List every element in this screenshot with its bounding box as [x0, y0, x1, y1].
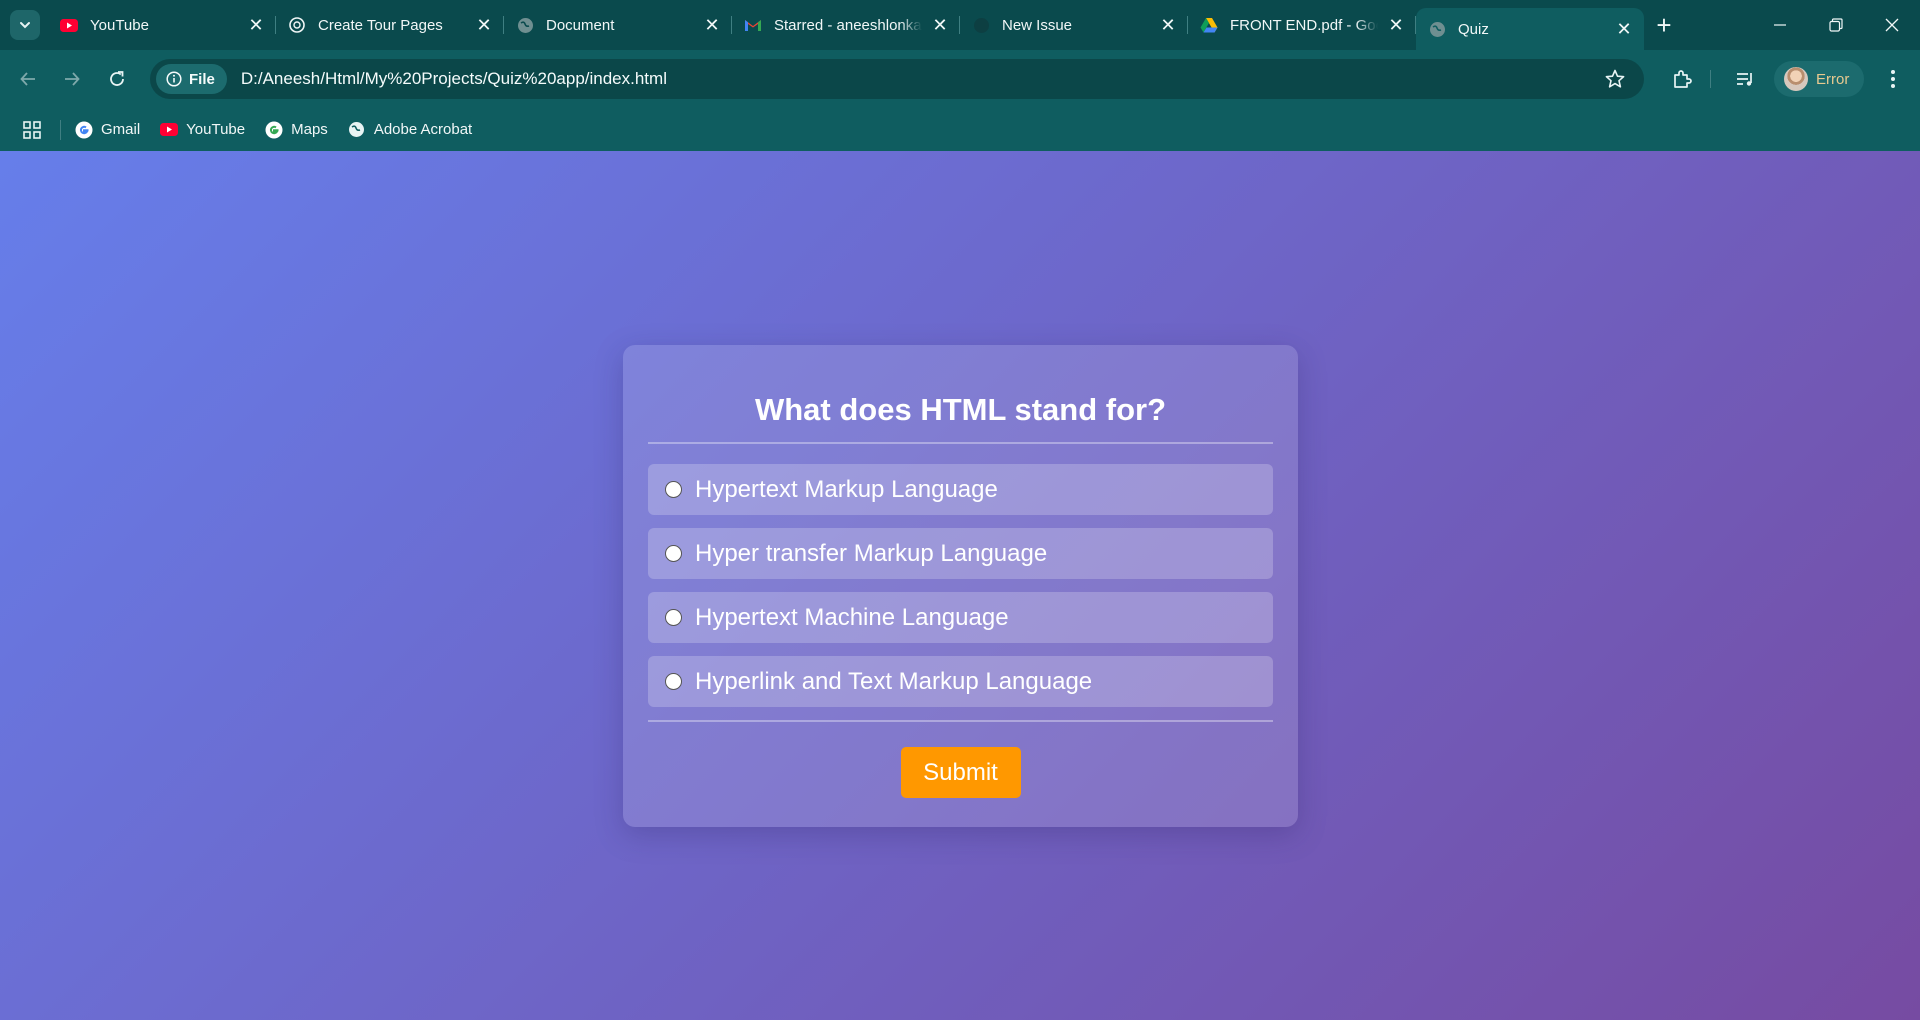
toolbar-divider	[1710, 70, 1711, 88]
more-vertical-icon	[1891, 70, 1895, 88]
close-icon[interactable]: ✕	[474, 15, 494, 35]
answer-radio[interactable]	[665, 609, 682, 626]
profile-status-label: Error	[1816, 70, 1850, 88]
tab-title: Starred - aneeshlonkar	[774, 16, 922, 34]
divider	[648, 720, 1273, 722]
bookmarks-bar: Gmail YouTube Maps Adobe Acrobat	[0, 108, 1920, 151]
browser-toolbar: File D:/Aneesh/Html/My%20Projects/Quiz%2…	[0, 50, 1920, 108]
site-chip-label: File	[189, 70, 215, 88]
answer-label[interactable]: Hyperlink and Text Markup Language	[695, 668, 1092, 696]
bookmark-adobe-acrobat[interactable]: Adobe Acrobat	[348, 121, 472, 139]
youtube-icon	[160, 121, 179, 139]
tab-create-tour-pages[interactable]: Create Tour Pages ✕	[276, 0, 504, 50]
answer-radio[interactable]	[665, 545, 682, 562]
close-icon	[1885, 18, 1899, 32]
close-icon[interactable]: ✕	[930, 15, 950, 35]
submit-button[interactable]: Submit	[900, 747, 1021, 798]
reload-button[interactable]	[101, 63, 133, 95]
bookmarks-divider	[60, 119, 61, 140]
page-viewport: What does HTML stand for? Hypertext Mark…	[0, 151, 1920, 1020]
media-queue-icon	[1737, 73, 1752, 86]
quiz-question: What does HTML stand for?	[754, 392, 1167, 427]
bookmark-label: Gmail	[101, 121, 141, 138]
tab-gmail[interactable]: Starred - aneeshlonkar ✕	[732, 0, 960, 50]
tab-title: YouTube	[90, 16, 149, 34]
tab-title: Create Tour Pages	[318, 16, 443, 34]
github-icon	[972, 16, 990, 34]
bookmark-youtube[interactable]: YouTube	[160, 121, 245, 139]
google-drive-icon	[1200, 16, 1218, 34]
youtube-icon	[60, 16, 78, 34]
arrow-left-icon	[20, 72, 35, 86]
tab-document[interactable]: Document ✕	[504, 0, 732, 50]
tab-title: Quiz	[1458, 20, 1489, 38]
chatgpt-icon	[288, 16, 306, 34]
answer-radio[interactable]	[665, 481, 682, 498]
tab-quiz[interactable]: Quiz ✕	[1416, 8, 1644, 50]
divider	[648, 442, 1273, 444]
chevron-down-icon	[20, 22, 30, 29]
minimize-icon	[1774, 24, 1786, 26]
profile-button[interactable]: Error	[1774, 61, 1864, 97]
close-icon[interactable]: ✕	[1158, 15, 1178, 35]
close-icon[interactable]: ✕	[1386, 15, 1406, 35]
tab-new-issue[interactable]: New Issue ✕	[960, 0, 1188, 50]
extensions-button[interactable]	[1665, 62, 1699, 96]
window-controls	[1752, 0, 1920, 50]
answer-option[interactable]: Hypertext Machine Language	[648, 592, 1273, 643]
tab-search-button[interactable]	[10, 10, 40, 40]
reload-icon	[110, 71, 124, 86]
tab-google-drive[interactable]: FRONT END.pdf - Google Drive ✕	[1188, 0, 1416, 50]
puzzle-icon	[1674, 70, 1692, 88]
restore-button[interactable]	[1808, 0, 1864, 50]
back-button[interactable]	[12, 63, 44, 95]
answer-option[interactable]: Hypertext Markup Language	[648, 464, 1273, 515]
minimize-button[interactable]	[1752, 0, 1808, 50]
globe-icon	[348, 121, 366, 139]
answer-label[interactable]: Hyper transfer Markup Language	[695, 540, 1047, 568]
restore-icon	[1829, 18, 1843, 32]
url-text[interactable]: D:/Aneesh/Html/My%20Projects/Quiz%20app/…	[241, 69, 667, 89]
bookmark-label: YouTube	[186, 121, 246, 138]
answer-label[interactable]: Hypertext Markup Language	[695, 476, 998, 504]
submit-container: Submit	[648, 747, 1273, 798]
tab-strip: YouTube ✕ Create Tour Pages ✕ Document ✕…	[0, 0, 1920, 50]
globe-icon	[1428, 20, 1446, 38]
tab-youtube[interactable]: YouTube ✕	[48, 0, 276, 50]
browser-menu-button[interactable]	[1876, 62, 1910, 96]
globe-icon	[516, 16, 534, 34]
gmail-icon	[744, 16, 762, 34]
tab-title: Document	[546, 16, 615, 34]
tab-title: FRONT END.pdf - Google Drive	[1230, 16, 1378, 34]
close-window-button[interactable]	[1864, 0, 1920, 50]
close-icon[interactable]: ✕	[1614, 19, 1634, 39]
forward-button[interactable]	[56, 63, 88, 95]
arrow-right-icon	[65, 72, 80, 86]
answer-option[interactable]: Hyper transfer Markup Language	[648, 528, 1273, 579]
answer-radio[interactable]	[665, 673, 682, 690]
answer-option[interactable]: Hyperlink and Text Markup Language	[648, 656, 1273, 707]
tab-list: YouTube ✕ Create Tour Pages ✕ Document ✕…	[48, 0, 1684, 50]
avatar	[1784, 67, 1808, 91]
site-info-chip[interactable]: File	[156, 64, 227, 94]
bookmark-label: Maps	[291, 121, 328, 138]
plus-icon: +	[1656, 9, 1672, 40]
close-icon[interactable]: ✕	[702, 15, 722, 35]
quiz-card: What does HTML stand for? Hypertext Mark…	[623, 345, 1298, 827]
tab-title: New Issue	[1002, 16, 1073, 34]
google-icon	[265, 121, 283, 139]
bookmark-label: Adobe Acrobat	[373, 121, 473, 138]
close-icon[interactable]: ✕	[246, 15, 266, 35]
address-bar[interactable]: File D:/Aneesh/Html/My%20Projects/Quiz%2…	[150, 59, 1644, 99]
google-icon	[75, 121, 93, 139]
bookmark-maps[interactable]: Maps	[265, 121, 328, 139]
media-control-button[interactable]	[1728, 62, 1762, 96]
bookmark-star-icon[interactable]	[1604, 68, 1626, 90]
answer-options: Hypertext Markup Language Hyper transfer…	[648, 464, 1273, 707]
new-tab-button[interactable]: +	[1644, 0, 1684, 50]
info-icon	[166, 71, 182, 87]
answer-label[interactable]: Hypertext Machine Language	[695, 604, 1009, 632]
apps-grid-icon[interactable]	[22, 120, 42, 140]
bookmark-gmail[interactable]: Gmail	[75, 121, 140, 139]
